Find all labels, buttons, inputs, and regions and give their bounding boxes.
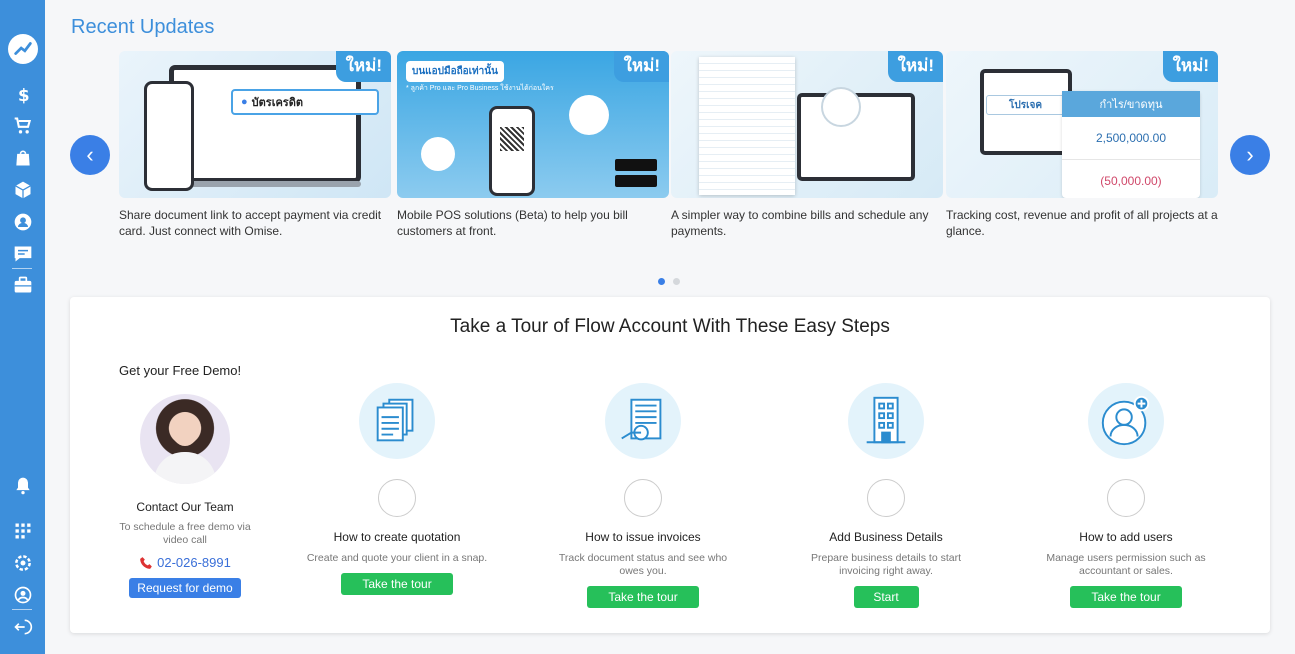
take-tour-button[interactable]: Take the tour xyxy=(587,586,699,608)
contact-icon[interactable] xyxy=(0,209,45,235)
receipt-icon xyxy=(421,137,455,171)
add-user-icon xyxy=(1088,383,1164,459)
app-store-badge xyxy=(615,159,657,171)
apps-grid-icon[interactable] xyxy=(0,518,45,544)
magnifier-icon xyxy=(821,87,861,127)
new-badge: ใหม่! xyxy=(887,51,943,82)
request-demo-button[interactable]: Request for demo xyxy=(129,578,241,598)
update-card-caption: A simpler way to combine bills and sched… xyxy=(671,208,929,238)
tour-title: Take a Tour of Flow Account With These E… xyxy=(450,316,890,337)
tour-step: How to create quotation Create and quote… xyxy=(287,383,507,595)
free-demo-heading: Get your Free Demo! xyxy=(119,363,242,378)
carousel-dot[interactable] xyxy=(673,278,680,285)
chevron-left-icon: ‹ xyxy=(86,142,94,167)
update-card-image: ● บัตรเครดิต ใหม่! xyxy=(119,51,391,198)
update-card[interactable]: ใหม่! A simpler way to combine bills and… xyxy=(671,51,943,239)
update-card-caption: Mobile POS solutions (Beta) to help you … xyxy=(397,208,628,238)
profit-panel: กำไร/ขาดทุน 2,500,000.00 (50,000.00) xyxy=(1062,91,1200,198)
mobile-only-note: * ลูกค้า Pro และ Pro Business ใช้งานได้ก… xyxy=(406,85,554,92)
profit-value: 2,500,000.00 xyxy=(1095,131,1167,145)
phone-number: 02-026-8991 xyxy=(157,555,231,570)
trend-logo-icon[interactable] xyxy=(8,34,38,64)
new-badge: ใหม่! xyxy=(613,51,669,82)
start-button[interactable]: Start xyxy=(853,586,919,608)
carousel-prev-button[interactable]: ‹ xyxy=(70,135,110,175)
phone-icon xyxy=(140,556,152,569)
tour-step: How to issue invoices Track document sta… xyxy=(533,383,753,608)
update-card-caption: Tracking cost, revenue and profit of all… xyxy=(946,208,1218,238)
carousel-pagination xyxy=(658,278,680,285)
step-title: How to issue invoices xyxy=(585,530,701,544)
invoice-icon xyxy=(605,383,681,459)
step-status-circle xyxy=(1107,479,1145,517)
sidebar-divider xyxy=(12,268,32,269)
profit-panel-header: กำไร/ขาดทุน xyxy=(1062,91,1200,117)
step-title: How to create quotation xyxy=(333,530,461,544)
avatar xyxy=(140,394,230,484)
step-title: How to add users xyxy=(1079,530,1173,544)
loss-value: (50,000.00) xyxy=(1100,174,1162,188)
phone-link[interactable]: 02-026-8991 xyxy=(100,555,270,570)
take-tour-button[interactable]: Take the tour xyxy=(1070,586,1182,608)
phone-illustration xyxy=(489,106,535,196)
free-demo-section: Get your Free Demo! Contact Our Team To … xyxy=(100,363,270,598)
update-card[interactable]: โปรเจค กำไร/ขาดทุน 2,500,000.00 (50,000.… xyxy=(946,51,1218,239)
document-illustration xyxy=(699,57,795,195)
svg-text:$: $ xyxy=(18,86,30,105)
box-icon[interactable] xyxy=(0,177,45,203)
quotation-icon xyxy=(359,383,435,459)
carousel-next-button[interactable]: › xyxy=(1230,135,1270,175)
briefcase-icon[interactable] xyxy=(0,272,45,298)
google-play-badge xyxy=(615,175,657,187)
phone-illustration xyxy=(144,81,194,191)
user-circle-icon[interactable] xyxy=(0,582,45,608)
new-badge: ใหม่! xyxy=(1162,51,1218,82)
step-status-circle xyxy=(378,479,416,517)
chevron-right-icon: › xyxy=(1246,142,1254,167)
sidebar-divider xyxy=(12,609,32,610)
tour-step: Add Business Details Prepare business de… xyxy=(776,383,996,608)
carousel-dot[interactable] xyxy=(658,278,665,285)
sidebar: $ xyxy=(0,0,45,654)
laptop-illustration xyxy=(169,65,361,183)
step-desc: Create and quote your client in a snap. xyxy=(306,552,488,564)
credit-card-chip: ● บัตรเครดิต xyxy=(231,89,379,115)
take-tour-button[interactable]: Take the tour xyxy=(341,573,453,595)
building-icon xyxy=(848,383,924,459)
update-card[interactable]: ● บัตรเครดิต ใหม่! Share document link to… xyxy=(119,51,391,239)
update-card-image: โปรเจค กำไร/ขาดทุน 2,500,000.00 (50,000.… xyxy=(946,51,1218,198)
tour-panel: Take a Tour of Flow Account With These E… xyxy=(70,297,1270,633)
step-desc: Track document status and see who owes y… xyxy=(558,552,728,577)
tour-step: How to add users Manage users permission… xyxy=(1016,383,1236,608)
shopping-bag-icon[interactable] xyxy=(0,145,45,171)
update-card-image: บนแอปมือถือเท่านั้น * ลูกค้า Pro และ Pro… xyxy=(397,51,669,198)
logout-icon[interactable] xyxy=(0,614,45,640)
bell-icon[interactable] xyxy=(0,473,45,499)
update-card-image: ใหม่! xyxy=(671,51,943,198)
step-desc: Manage users permission such as accounta… xyxy=(1046,552,1206,577)
contact-team-label: Contact Our Team xyxy=(136,500,234,514)
cart-icon[interactable] xyxy=(0,113,45,139)
qr-icon xyxy=(569,95,609,135)
recent-updates-title: Recent Updates xyxy=(71,16,215,38)
step-status-circle xyxy=(867,479,905,517)
settings-icon[interactable] xyxy=(0,550,45,576)
step-desc: Prepare business details to start invoic… xyxy=(811,552,961,577)
update-card[interactable]: บนแอปมือถือเท่านั้น * ลูกค้า Pro และ Pro… xyxy=(397,51,669,239)
mobile-only-badge: บนแอปมือถือเท่านั้น xyxy=(406,61,504,82)
step-status-circle xyxy=(624,479,662,517)
contact-team-desc: To schedule a free demo via video call xyxy=(119,521,251,546)
chat-icon[interactable] xyxy=(0,241,45,267)
update-card-caption: Share document link to accept payment vi… xyxy=(119,208,382,238)
step-title: Add Business Details xyxy=(829,530,943,544)
dollar-icon[interactable]: $ xyxy=(0,82,45,108)
new-badge: ใหม่! xyxy=(335,51,391,82)
